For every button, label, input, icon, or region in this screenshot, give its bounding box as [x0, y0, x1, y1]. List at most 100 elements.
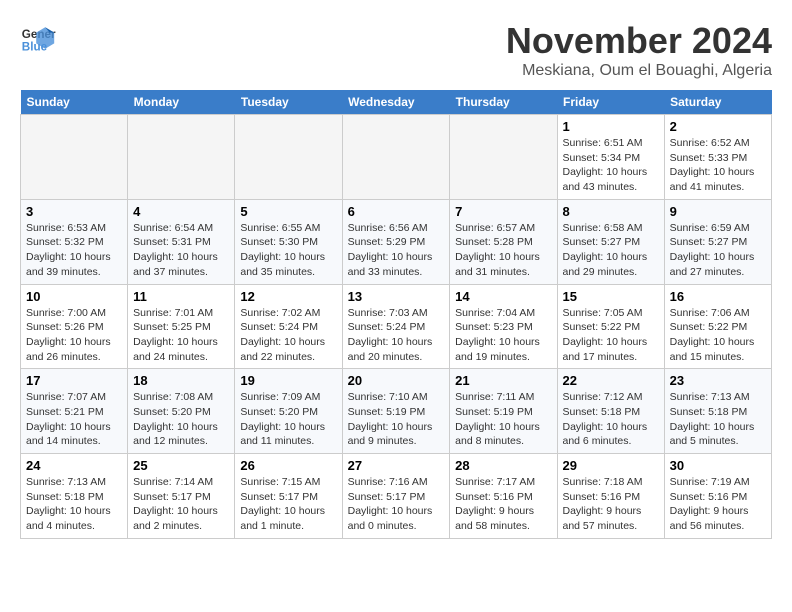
day-number: 18: [133, 373, 229, 388]
week-row-2: 3 Sunrise: 6:53 AMSunset: 5:32 PMDaylight…: [21, 199, 772, 284]
day-number: 21: [455, 373, 551, 388]
day-info: Sunrise: 7:01 AMSunset: 5:25 PMDaylight:…: [133, 306, 229, 365]
day-number: 28: [455, 458, 551, 473]
calendar-cell: 29Sunrise: 7:18 AMSunset: 5:16 PMDayligh…: [557, 454, 664, 539]
calendar-cell: 27Sunrise: 7:16 AMSunset: 5:17 PMDayligh…: [342, 454, 450, 539]
day-info: Sunrise: 6:54 AMSunset: 5:31 PMDaylight:…: [133, 221, 229, 280]
calendar-cell: [235, 115, 342, 200]
calendar-cell: [342, 115, 450, 200]
day-info: Sunrise: 6:58 AMSunset: 5:27 PMDaylight:…: [563, 221, 659, 280]
day-number: 8: [563, 204, 659, 219]
calendar-cell: 18Sunrise: 7:08 AMSunset: 5:20 PMDayligh…: [128, 369, 235, 454]
calendar-cell: 24 Sunrise: 7:13 AMSunset: 5:18 PMDayligh…: [21, 454, 128, 539]
day-info: Sunrise: 7:15 AMSunset: 5:17 PMDaylight:…: [240, 475, 336, 534]
day-number: 23: [670, 373, 766, 388]
day-number: 4: [133, 204, 229, 219]
day-number: 30: [670, 458, 766, 473]
day-number: 3: [26, 204, 122, 219]
header-wednesday: Wednesday: [342, 90, 450, 115]
calendar-cell: 13 Sunrise: 7:03 AMSunset: 5:24 PMDayligh…: [342, 284, 450, 369]
day-info: Sunrise: 7:19 AMSunset: 5:16 PMDaylight:…: [670, 475, 766, 534]
calendar-cell: 2 Sunrise: 6:52 AMSunset: 5:33 PMDaylight…: [664, 115, 771, 200]
calendar-cell: [450, 115, 557, 200]
day-number: 6: [348, 204, 445, 219]
day-number: 19: [240, 373, 336, 388]
day-info: Sunrise: 7:05 AMSunset: 5:22 PMDaylight:…: [563, 306, 659, 365]
calendar-cell: 21 Sunrise: 7:11 AMSunset: 5:19 PMDayligh…: [450, 369, 557, 454]
calendar-cell: [21, 115, 128, 200]
day-number: 24: [26, 458, 122, 473]
day-number: 22: [563, 373, 659, 388]
calendar-cell: 30 Sunrise: 7:19 AMSunset: 5:16 PMDayligh…: [664, 454, 771, 539]
day-number: 2: [670, 119, 766, 134]
day-number: 1: [563, 119, 659, 134]
calendar-cell: 6 Sunrise: 6:56 AMSunset: 5:29 PMDaylight…: [342, 199, 450, 284]
week-row-5: 24 Sunrise: 7:13 AMSunset: 5:18 PMDayligh…: [21, 454, 772, 539]
calendar-cell: 11 Sunrise: 7:01 AMSunset: 5:25 PMDayligh…: [128, 284, 235, 369]
calendar-cell: 12 Sunrise: 7:02 AMSunset: 5:24 PMDayligh…: [235, 284, 342, 369]
day-info: Sunrise: 7:07 AMSunset: 5:21 PMDaylight:…: [26, 390, 122, 449]
day-number: 14: [455, 289, 551, 304]
day-number: 20: [348, 373, 445, 388]
day-number: 7: [455, 204, 551, 219]
day-number: 13: [348, 289, 445, 304]
day-info: Sunrise: 7:16 AMSunset: 5:17 PMDaylight:…: [348, 475, 445, 534]
day-info: Sunrise: 7:13 AMSunset: 5:18 PMDaylight:…: [670, 390, 766, 449]
day-info: Sunrise: 7:10 AMSunset: 5:19 PMDaylight:…: [348, 390, 445, 449]
calendar-cell: 16Sunrise: 7:06 AMSunset: 5:22 PMDayligh…: [664, 284, 771, 369]
header-thursday: Thursday: [450, 90, 557, 115]
day-number: 12: [240, 289, 336, 304]
week-row-3: 10Sunrise: 7:00 AMSunset: 5:26 PMDayligh…: [21, 284, 772, 369]
day-info: Sunrise: 7:04 AMSunset: 5:23 PMDaylight:…: [455, 306, 551, 365]
calendar-subtitle: Meskiana, Oum el Bouaghi, Algeria: [506, 62, 772, 80]
calendar-cell: 8 Sunrise: 6:58 AMSunset: 5:27 PMDaylight…: [557, 199, 664, 284]
calendar-cell: 25Sunrise: 7:14 AMSunset: 5:17 PMDayligh…: [128, 454, 235, 539]
header-tuesday: Tuesday: [235, 90, 342, 115]
calendar-cell: 17 Sunrise: 7:07 AMSunset: 5:21 PMDayligh…: [21, 369, 128, 454]
day-number: 10: [26, 289, 122, 304]
calendar-cell: 9Sunrise: 6:59 AMSunset: 5:27 PMDaylight…: [664, 199, 771, 284]
day-info: Sunrise: 6:56 AMSunset: 5:29 PMDaylight:…: [348, 221, 445, 280]
header-sunday: Sunday: [21, 90, 128, 115]
calendar-cell: 4 Sunrise: 6:54 AMSunset: 5:31 PMDaylight…: [128, 199, 235, 284]
day-number: 29: [563, 458, 659, 473]
calendar-table: SundayMondayTuesdayWednesdayThursdayFrid…: [20, 90, 772, 539]
calendar-cell: 22 Sunrise: 7:12 AMSunset: 5:18 PMDayligh…: [557, 369, 664, 454]
day-info: Sunrise: 7:03 AMSunset: 5:24 PMDaylight:…: [348, 306, 445, 365]
day-number: 17: [26, 373, 122, 388]
day-number: 26: [240, 458, 336, 473]
day-number: 15: [563, 289, 659, 304]
day-number: 5: [240, 204, 336, 219]
day-number: 25: [133, 458, 229, 473]
calendar-cell: 15 Sunrise: 7:05 AMSunset: 5:22 PMDayligh…: [557, 284, 664, 369]
calendar-cell: 10Sunrise: 7:00 AMSunset: 5:26 PMDayligh…: [21, 284, 128, 369]
calendar-cell: 19Sunrise: 7:09 AMSunset: 5:20 PMDayligh…: [235, 369, 342, 454]
calendar-cell: 3 Sunrise: 6:53 AMSunset: 5:32 PMDaylight…: [21, 199, 128, 284]
day-info: Sunrise: 6:57 AMSunset: 5:28 PMDaylight:…: [455, 221, 551, 280]
day-info: Sunrise: 7:17 AMSunset: 5:16 PMDaylight:…: [455, 475, 551, 534]
weekday-header-row: SundayMondayTuesdayWednesdayThursdayFrid…: [21, 90, 772, 115]
calendar-cell: 7 Sunrise: 6:57 AMSunset: 5:28 PMDaylight…: [450, 199, 557, 284]
calendar-cell: 28 Sunrise: 7:17 AMSunset: 5:16 PMDayligh…: [450, 454, 557, 539]
header-monday: Monday: [128, 90, 235, 115]
calendar-cell: [128, 115, 235, 200]
calendar-cell: 5 Sunrise: 6:55 AMSunset: 5:30 PMDaylight…: [235, 199, 342, 284]
day-number: 16: [670, 289, 766, 304]
week-row-4: 17 Sunrise: 7:07 AMSunset: 5:21 PMDayligh…: [21, 369, 772, 454]
day-number: 9: [670, 204, 766, 219]
day-info: Sunrise: 7:13 AMSunset: 5:18 PMDaylight:…: [26, 475, 122, 534]
day-info: Sunrise: 6:53 AMSunset: 5:32 PMDaylight:…: [26, 221, 122, 280]
day-info: Sunrise: 7:02 AMSunset: 5:24 PMDaylight:…: [240, 306, 336, 365]
calendar-cell: 1 Sunrise: 6:51 AMSunset: 5:34 PMDaylight…: [557, 115, 664, 200]
day-info: Sunrise: 6:52 AMSunset: 5:33 PMDaylight:…: [670, 136, 766, 195]
day-info: Sunrise: 6:55 AMSunset: 5:30 PMDaylight:…: [240, 221, 336, 280]
calendar-cell: 26 Sunrise: 7:15 AMSunset: 5:17 PMDayligh…: [235, 454, 342, 539]
day-info: Sunrise: 6:51 AMSunset: 5:34 PMDaylight:…: [563, 136, 659, 195]
day-number: 11: [133, 289, 229, 304]
title-area: November 2024 Meskiana, Oum el Bouaghi, …: [506, 20, 772, 80]
logo-icon: General Blue: [20, 20, 56, 56]
day-info: Sunrise: 7:12 AMSunset: 5:18 PMDaylight:…: [563, 390, 659, 449]
day-info: Sunrise: 7:11 AMSunset: 5:19 PMDaylight:…: [455, 390, 551, 449]
week-row-1: 1 Sunrise: 6:51 AMSunset: 5:34 PMDaylight…: [21, 115, 772, 200]
header-friday: Friday: [557, 90, 664, 115]
